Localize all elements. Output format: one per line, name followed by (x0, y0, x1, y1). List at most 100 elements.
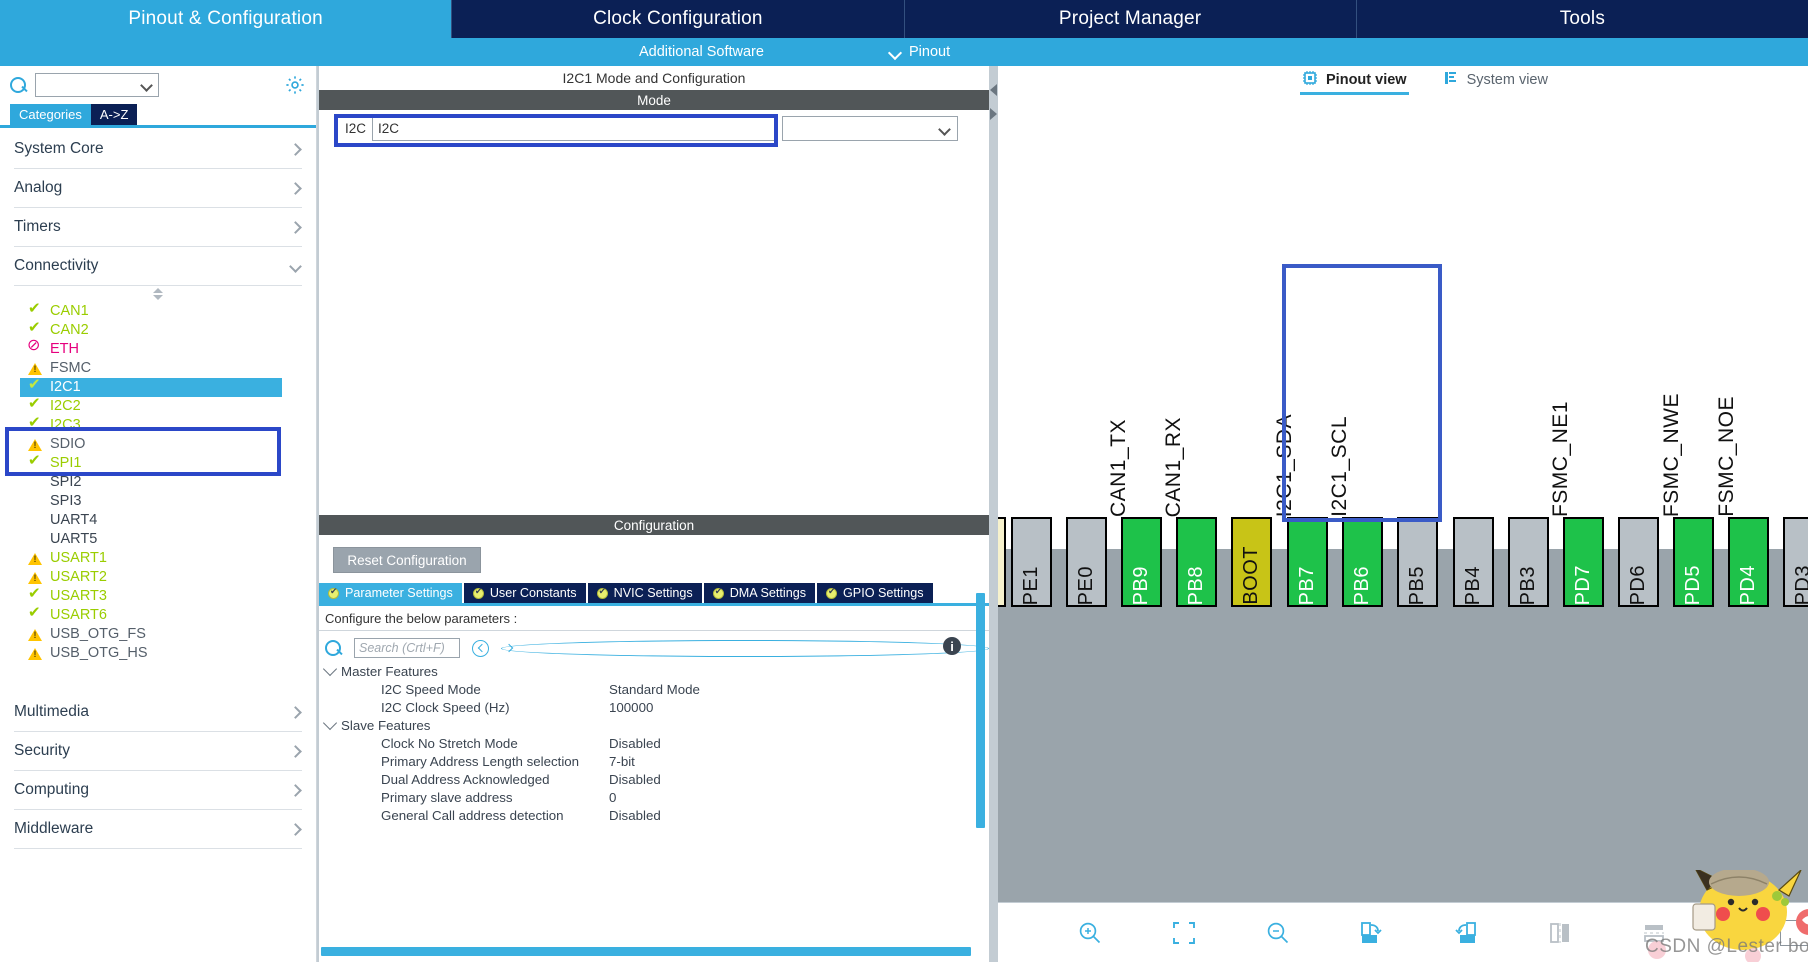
tab-dma-settings[interactable]: DMA Settings (703, 583, 817, 603)
peripheral-item-uart4[interactable]: UART4 (24, 511, 316, 530)
mode-select-dropdown[interactable] (782, 116, 958, 141)
pin-pd3[interactable]: PD3 (1783, 517, 1808, 607)
tab-pinout-configuration[interactable]: Pinout & Configuration (0, 0, 453, 38)
table-row[interactable]: Primary Address Length selection 7-bit (325, 752, 989, 770)
parameter-vertical-scrollbar[interactable] (976, 593, 985, 828)
parameter-value[interactable]: Disabled (609, 772, 661, 787)
sidebar-category-security[interactable]: Security (14, 732, 302, 771)
peripheral-item-usart2[interactable]: USART2 (24, 568, 316, 587)
sidebar-category-multimedia[interactable]: Multimedia (14, 693, 302, 732)
pin-pb9[interactable]: PB9 (1121, 517, 1162, 607)
table-row[interactable]: I2C Speed Mode Standard Mode (325, 680, 989, 698)
table-row[interactable]: Dual Address Acknowledged Disabled (325, 770, 989, 788)
peripheral-item-can1[interactable]: CAN1 (24, 301, 316, 321)
zoom-out-icon[interactable] (1248, 910, 1308, 956)
peripheral-item-sdio[interactable]: SDIO (24, 435, 316, 454)
pinout-dropdown[interactable]: Pinout (890, 44, 950, 60)
parameter-value[interactable]: Disabled (609, 808, 661, 823)
sidebar-category-timers[interactable]: Timers (14, 208, 302, 247)
sidebar-category-computing[interactable]: Computing (14, 771, 302, 810)
flip-vertical-icon[interactable] (1530, 910, 1590, 956)
pin-boot[interactable]: BOOT (1231, 517, 1272, 607)
parameter-value[interactable]: Disabled (609, 736, 661, 751)
parameter-group-master-features[interactable]: Master Features (322, 661, 989, 680)
pin-pd6[interactable]: PD6 (1618, 517, 1659, 607)
tab-parameter-settings[interactable]: Parameter Settings (319, 583, 464, 603)
reset-configuration-button[interactable]: Reset Configuration (333, 547, 481, 573)
pin-pb5[interactable]: PB5 (1397, 517, 1438, 607)
peripheral-item-eth[interactable]: ETH (24, 338, 316, 359)
pin-pb6[interactable]: PB6 (1342, 517, 1383, 607)
tab-tools[interactable]: Tools (1356, 0, 1808, 38)
rotate-right-icon[interactable] (1342, 910, 1402, 956)
parameter-value[interactable]: 100000 (609, 700, 653, 715)
peripheral-item-uart5[interactable]: UART5 (24, 530, 316, 549)
peripheral-item-spi2[interactable]: SPI2 (24, 473, 316, 492)
tab-gpio-settings[interactable]: GPIO Settings (817, 583, 935, 603)
search-next-button[interactable] (501, 639, 989, 657)
pin-pb7[interactable]: PB7 (1287, 517, 1328, 607)
peripheral-item-i2c3[interactable]: I2C3 (24, 415, 316, 435)
pin-search-input[interactable] (1780, 919, 1808, 946)
additional-software-menu[interactable]: Additional Software (639, 44, 764, 60)
pin-pe1[interactable]: PE1 (1011, 517, 1052, 607)
peripheral-item-usb-otg-hs[interactable]: USB_OTG_HS (24, 644, 316, 663)
parameter-value[interactable]: 7-bit (609, 754, 635, 769)
sidebar-scroll-area[interactable]: System Core Analog Timers Connectivity ✔… (0, 128, 316, 962)
tab-pinout-view[interactable]: Pinout view (1300, 70, 1409, 95)
sidebar-category-system-core[interactable]: System Core (14, 130, 302, 169)
pin-signal-label: FSMC_NOE (1715, 396, 1738, 517)
parameter-value[interactable]: Standard Mode (609, 682, 700, 697)
table-row[interactable]: Clock No Stretch Mode Disabled (325, 734, 989, 752)
tab-nvic-settings[interactable]: NVIC Settings (587, 583, 704, 603)
rotate-left-icon[interactable] (1436, 910, 1496, 956)
search-previous-button[interactable] (472, 639, 489, 657)
mode-value-field[interactable]: I2C (372, 116, 776, 141)
tab-clock-configuration[interactable]: Clock Configuration (452, 0, 905, 38)
table-row[interactable]: I2C Clock Speed (Hz) 100000 (325, 698, 989, 716)
parameter-search-input[interactable]: Search (Crtl+F) (354, 638, 460, 658)
list-scroll-handle[interactable] (0, 286, 316, 302)
sidebar-category-connectivity[interactable]: Connectivity (14, 247, 302, 286)
collapse-left-arrow-icon[interactable] (990, 84, 997, 96)
collapse-right-arrow-icon[interactable] (990, 108, 997, 120)
pin-pd7[interactable]: PD7 (1563, 517, 1604, 607)
tab-system-view[interactable]: System view (1443, 70, 1548, 95)
panel-horizontal-scrollbar[interactable] (321, 947, 971, 956)
tab-user-constants[interactable]: User Constants (463, 583, 588, 603)
sidebar-tab-a-to-z[interactable]: A->Z (90, 104, 138, 125)
chip-diagram-canvas[interactable]: CAN1_TX CAN1_RX I2C1_SDA I2C1_SCL FSMC_N… (998, 99, 1808, 902)
peripheral-item-fsmc[interactable]: FSMC (24, 359, 316, 378)
gear-icon[interactable] (284, 74, 306, 96)
flip-horizontal-icon[interactable] (1624, 910, 1684, 956)
zoom-in-icon[interactable] (1060, 910, 1120, 956)
pin-pd4[interactable]: PD4 (1728, 517, 1769, 607)
peripheral-item-i2c2[interactable]: I2C2 (24, 396, 316, 416)
parameter-group-slave-features[interactable]: Slave Features (322, 715, 989, 734)
peripheral-item-usart6[interactable]: USART6 (24, 605, 316, 625)
tab-project-manager[interactable]: Project Manager (904, 0, 1357, 38)
peripheral-item-usart1[interactable]: USART1 (24, 549, 316, 568)
sidebar-tab-categories[interactable]: Categories (10, 104, 91, 125)
peripheral-item-spi3[interactable]: SPI3 (24, 492, 316, 511)
search-input[interactable] (35, 73, 159, 97)
peripheral-item-usart3[interactable]: USART3 (24, 586, 316, 606)
pin-pe0[interactable]: PE0 (1066, 517, 1107, 607)
peripheral-item-spi1[interactable]: SPI1 (24, 453, 316, 473)
parameter-value[interactable]: 0 (609, 790, 616, 805)
pin-pd5[interactable]: PD5 (1673, 517, 1714, 607)
peripheral-item-can2[interactable]: CAN2 (24, 320, 316, 340)
sidebar-category-analog[interactable]: Analog (14, 169, 302, 208)
table-row[interactable]: Primary slave address 0 (325, 788, 989, 806)
table-row[interactable]: General Call address detection Disabled (325, 806, 989, 824)
info-icon[interactable]: i (943, 637, 961, 655)
fit-to-screen-icon[interactable] (1154, 910, 1214, 956)
panel-splitter[interactable] (989, 66, 998, 962)
peripheral-item-i2c1[interactable]: I2C1 (20, 377, 282, 397)
pin-pb3[interactable]: PB3 (1508, 517, 1549, 607)
pin-pb4[interactable]: PB4 (1453, 517, 1494, 607)
peripheral-item-usb-otg-fs[interactable]: USB_OTG_FS (24, 625, 316, 644)
search-pin-icon[interactable] (1718, 910, 1778, 956)
sidebar-category-middleware[interactable]: Middleware (14, 810, 302, 849)
pin-pb8[interactable]: PB8 (1176, 517, 1217, 607)
